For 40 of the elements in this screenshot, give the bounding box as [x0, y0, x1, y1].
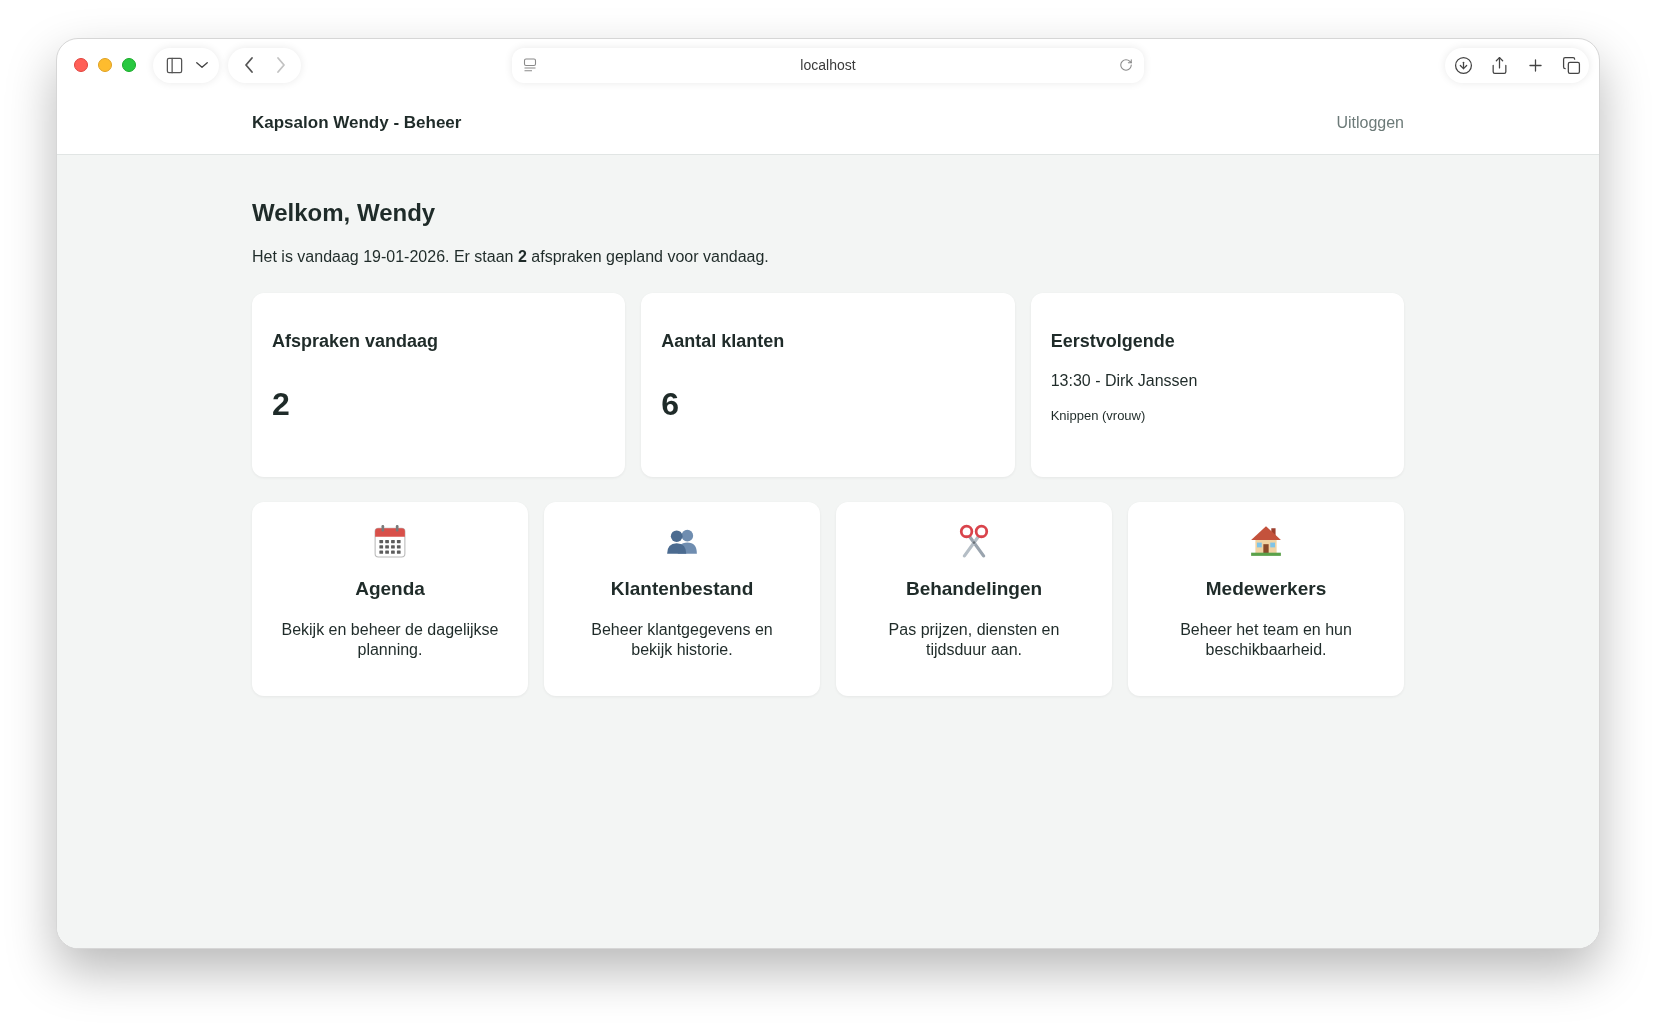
site-title: Kapsalon Wendy - Beheer [252, 111, 462, 134]
address-bar[interactable]: localhost [512, 47, 1144, 83]
card-title: Afspraken vandaag [272, 330, 439, 353]
card-title: Behandelingen [905, 577, 1043, 601]
download-icon[interactable] [1453, 55, 1473, 75]
sidebar-button[interactable] [164, 55, 184, 75]
scissors-icon [957, 524, 991, 558]
nav-card[interactable]: Agenda Bekijk en beheer de dagelijkse planning. [252, 502, 528, 696]
nav-card[interactable]: Medewerkers Beheer het team en hun beschikbaarheid. [1128, 502, 1404, 696]
stat-value: 6 [661, 385, 680, 424]
stat-value: 2 [272, 385, 290, 424]
window-zoom-button[interactable] [122, 58, 136, 72]
card-description: Bekijk en beheer de dagelijkse planning. [280, 620, 500, 660]
card-title: Eerstvolgende [1050, 330, 1175, 353]
tab-group-dropdown[interactable] [195, 62, 208, 68]
chevron-left-icon [244, 57, 253, 73]
card-title: Medewerkers [1205, 577, 1327, 601]
tabs-icon[interactable] [1561, 55, 1581, 75]
logout-link[interactable]: Uitloggen [1336, 110, 1404, 135]
calendar-icon [373, 524, 407, 558]
appointment-time-client: 13:30 - Dirk Janssen [1050, 371, 1198, 391]
welcome-heading: Welkom, Wendy [252, 198, 436, 228]
card-title: Agenda [355, 577, 425, 601]
nav-card[interactable]: Klantenbestand Beheer klantgegevens en bekijk historie. [544, 502, 820, 696]
card-title: Aantal klanten [661, 330, 785, 353]
card-description: Pas prijzen, diensten en tijdsduur aan. [887, 620, 1061, 660]
house-icon [1249, 524, 1283, 558]
welcome-text: Het is vandaag 19-01-2026. Er staan 2 afspraken gepland voor vandaag. [252, 247, 769, 267]
chevron-right-icon [276, 57, 285, 73]
card-title: Klantenbestand [610, 577, 754, 601]
page-menu-icon [523, 58, 537, 72]
reload-icon[interactable] [1119, 58, 1133, 72]
window-close-button[interactable] [74, 58, 88, 72]
card-description: Beheer het team en hun beschikbaarheid. [1179, 620, 1353, 660]
chevron-down-icon [195, 62, 208, 68]
back-button[interactable] [242, 55, 255, 75]
sidebar-icon [164, 55, 184, 75]
appointment-treatment: Knippen (vrouw) [1050, 407, 1146, 425]
nav-card[interactable]: Behandelingen Pas prijzen, diensten en tijdsduur aan. [836, 502, 1112, 696]
card-description: Beheer klantgegevens en bekijk historie. [590, 620, 774, 660]
